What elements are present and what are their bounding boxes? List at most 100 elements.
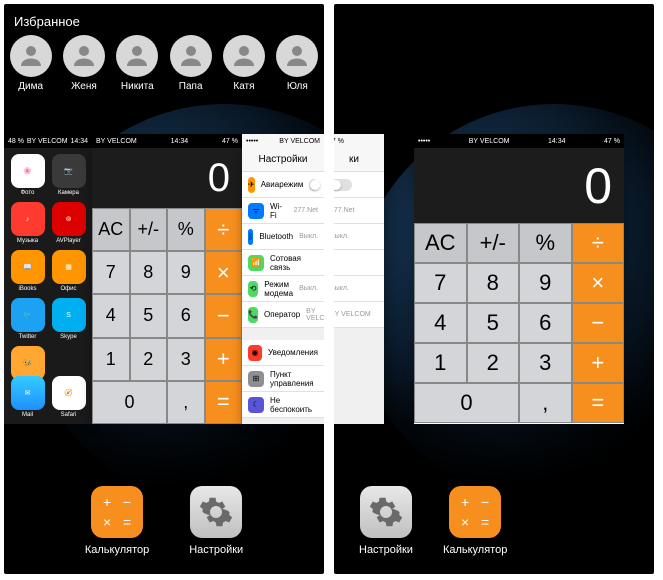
calc-dot-button[interactable]: , xyxy=(167,381,205,424)
contact-item[interactable]: Дима xyxy=(8,35,53,92)
settings-row-notifications[interactable]: ◉Уведомления xyxy=(242,340,324,366)
contact-item[interactable]: Катя xyxy=(221,35,266,92)
calc-5-button[interactable]: 5 xyxy=(130,294,168,337)
settings-row-bluetooth[interactable]: ᛒBluetoothВыкл. xyxy=(242,224,324,250)
app-twitter[interactable]: 🐦Twitter xyxy=(10,298,45,340)
calc-6-button[interactable]: 6 xyxy=(167,294,205,337)
app-camera[interactable]: 📷Камера xyxy=(51,154,86,196)
avatar xyxy=(170,35,212,77)
calc-7-button[interactable]: 7 xyxy=(92,251,130,294)
calc-6-button[interactable]: 6 xyxy=(519,303,572,343)
card-settings[interactable]: 47 % ки 277.Net Выкл. Выкл. BY VELCOM xyxy=(334,134,384,424)
settings-row[interactable]: Выкл. xyxy=(334,224,384,250)
calc-9-button[interactable]: 9 xyxy=(167,251,205,294)
avatar xyxy=(116,35,158,77)
calc-pm-button[interactable]: +/- xyxy=(467,223,520,263)
calculator-app-icon: +−×= xyxy=(91,486,143,538)
calc-3-button[interactable]: 3 xyxy=(519,343,572,383)
calc-sub-button[interactable]: − xyxy=(572,303,625,343)
settings-row[interactable]: Выкл. xyxy=(334,276,384,302)
calc-3-button[interactable]: 3 xyxy=(167,338,205,381)
calc-8-button[interactable]: 8 xyxy=(467,263,520,303)
settings-row[interactable] xyxy=(334,172,384,198)
app-music[interactable]: ♪Музыка xyxy=(10,202,45,244)
ibooks-icon: 📖 xyxy=(11,250,45,284)
calc-4-button[interactable]: 4 xyxy=(92,294,130,337)
app-skype[interactable]: SSkype xyxy=(51,298,86,340)
calc-pct-button[interactable]: % xyxy=(167,208,205,251)
calc-pm-button[interactable]: +/- xyxy=(130,208,168,251)
calc-2-button[interactable]: 2 xyxy=(130,338,168,381)
calc-eq-button[interactable]: = xyxy=(205,381,243,424)
phone-right: 47 % ки 277.Net Выкл. Выкл. BY VELCOM ••… xyxy=(334,4,654,574)
settings-row-control-center[interactable]: ⊞Пункт управления xyxy=(242,366,324,392)
settings-row-cellular[interactable]: 📶Сотовая связь xyxy=(242,250,324,276)
calc-8-button[interactable]: 8 xyxy=(130,251,168,294)
settings-row-hotspot[interactable]: ⟲Режим модемаВыкл. xyxy=(242,276,324,302)
contact-item[interactable]: Папа xyxy=(168,35,213,92)
calc-0-button[interactable]: 0 xyxy=(414,383,519,423)
calc-ac-button[interactable]: AC xyxy=(92,208,130,251)
contact-item[interactable]: Юля xyxy=(275,35,320,92)
app-ibooks[interactable]: 📖iBooks xyxy=(10,250,45,292)
calc-4-button[interactable]: 4 xyxy=(414,303,467,343)
contact-name: Дима xyxy=(18,81,43,92)
card-settings[interactable]: •••••BY VELCOM Настройки ✈Авиарежим ᯤWi-… xyxy=(242,134,324,424)
contact-name: Женя xyxy=(71,81,97,92)
settings-list: 277.Net Выкл. Выкл. BY VELCOM xyxy=(334,172,384,328)
calc-add-button[interactable]: + xyxy=(205,338,243,381)
dock-settings[interactable]: Настройки xyxy=(359,486,413,556)
settings-row[interactable] xyxy=(334,250,384,276)
contacts-row: Дима Женя Никита Папа Катя Юля xyxy=(4,35,324,102)
settings-row-wifi[interactable]: ᯤWi-Fi277.Net xyxy=(242,198,324,224)
settings-row-dnd[interactable]: ☾Не беспокоить xyxy=(242,392,324,418)
calc-mul-button[interactable]: × xyxy=(205,251,243,294)
calc-sub-button[interactable]: − xyxy=(205,294,243,337)
safari-icon: 🧭 xyxy=(52,376,86,410)
calc-2-button[interactable]: 2 xyxy=(467,343,520,383)
calc-5-button[interactable]: 5 xyxy=(467,303,520,343)
app-mail[interactable]: ✉Mail xyxy=(10,376,45,418)
calc-7-button[interactable]: 7 xyxy=(414,263,467,303)
airplane-toggle[interactable] xyxy=(334,179,352,191)
card-calculator[interactable]: BY VELCOM14:3447 % 0 AC +/- % ÷ 7 8 9 × … xyxy=(92,134,242,424)
calc-div-button[interactable]: ÷ xyxy=(205,208,243,251)
calc-add-button[interactable]: + xyxy=(572,343,625,383)
home-dock: ✉Mail 🧭Safari xyxy=(4,370,92,424)
app-office[interactable]: ▦Офис xyxy=(51,250,86,292)
dock-calculator[interactable]: +−×= Калькулятор xyxy=(85,486,149,556)
card-calculator[interactable]: •••••BY VELCOM14:3447 % 0 AC +/- % ÷ 7 8… xyxy=(414,134,624,424)
avatar xyxy=(223,35,265,77)
status-bar: 47 % xyxy=(334,134,384,148)
mail-icon: ✉ xyxy=(11,376,45,410)
calc-eq-button[interactable]: = xyxy=(572,383,625,423)
app-avplayer[interactable]: ⊚AVPlayer xyxy=(51,202,86,244)
contact-item[interactable]: Женя xyxy=(61,35,106,92)
photos-icon: 🌸 xyxy=(11,154,45,188)
status-bar: 48 %BY VELCOM14:34 xyxy=(4,134,92,148)
app-safari[interactable]: 🧭Safari xyxy=(51,376,86,418)
calc-1-button[interactable]: 1 xyxy=(414,343,467,383)
card-home[interactable]: 48 %BY VELCOM14:34 🌸Фото 📷Камера ♪Музыка… xyxy=(4,134,92,424)
calc-9-button[interactable]: 9 xyxy=(519,263,572,303)
dock-calculator[interactable]: +−×= Калькулятор xyxy=(443,486,507,556)
calc-1-button[interactable]: 1 xyxy=(92,338,130,381)
settings-list: ✈Авиарежим ᯤWi-Fi277.Net ᛒBluetoothВыкл.… xyxy=(242,172,324,424)
settings-app-icon xyxy=(360,486,412,538)
calc-div-button[interactable]: ÷ xyxy=(572,223,625,263)
dock-settings[interactable]: Настройки xyxy=(189,486,243,556)
settings-row[interactable]: 277.Net xyxy=(334,198,384,224)
settings-row-airplane[interactable]: ✈Авиарежим xyxy=(242,172,324,198)
calc-0-button[interactable]: 0 xyxy=(92,381,167,424)
calc-ac-button[interactable]: AC xyxy=(414,223,467,263)
calc-dot-button[interactable]: , xyxy=(519,383,572,423)
airplane-toggle[interactable] xyxy=(309,179,318,191)
settings-row[interactable]: BY VELCOM xyxy=(334,302,384,328)
calculator-app-icon: +−×= xyxy=(449,486,501,538)
cellular-icon: 📶 xyxy=(248,255,264,271)
calc-pct-button[interactable]: % xyxy=(519,223,572,263)
settings-row-carrier[interactable]: 📞ОператорBY VELCOM xyxy=(242,302,324,328)
contact-item[interactable]: Никита xyxy=(115,35,160,92)
calc-mul-button[interactable]: × xyxy=(572,263,625,303)
app-photos[interactable]: 🌸Фото xyxy=(10,154,45,196)
